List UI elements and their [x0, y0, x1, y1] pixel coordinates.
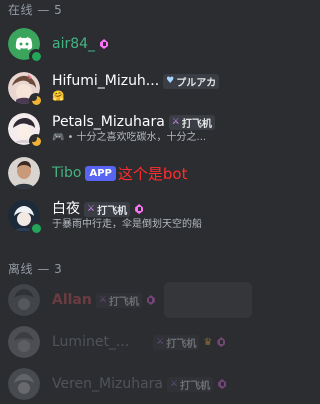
member-luminet[interactable]: Luminet_... ⚔ 打飞机 ♛	[4, 322, 254, 362]
server-boost-icon	[100, 39, 108, 49]
member-baiye[interactable]: 白夜 ⚔ 打飞机 于暴雨中行走，伞是倒划天空的船	[4, 196, 254, 236]
member-name: air84_	[52, 36, 96, 52]
online-section-header: 在线 — 5	[8, 3, 63, 17]
server-boost-icon	[218, 379, 226, 389]
annotation-text: 这个是bot	[117, 164, 188, 183]
server-tag: ⚔ 打飞机	[84, 201, 131, 217]
sword-icon: ⚔	[87, 204, 96, 214]
server-tag-label: 打飞机	[108, 296, 139, 308]
member-name: Hifumi_Mizuh...	[52, 73, 160, 89]
member-veren[interactable]: Veren_Mizuhara ⚔ 打飞机	[4, 364, 254, 404]
crown-icon: ♛	[203, 336, 213, 348]
server-tag-label: プルアカ	[176, 77, 217, 89]
activity-text: 于暴雨中行走，伞是倒划天空的船	[52, 219, 202, 230]
server-tag-label: 打飞机	[97, 205, 128, 217]
anime-avatar-icon	[8, 326, 40, 358]
server-boost-icon	[147, 295, 155, 305]
server-tag: ♥ プルアカ	[163, 73, 220, 89]
sword-icon: ⚔	[171, 117, 180, 127]
member-hifumi[interactable]: Hifumi_Mizuh... ♥ プルアカ 🤗	[4, 65, 254, 111]
offline-section-header: 离线 — 3	[8, 262, 63, 276]
avatar	[8, 72, 43, 107]
server-tag: ⚔ 打飞机	[153, 334, 200, 350]
server-tag-label: 打飞机	[181, 118, 212, 130]
anime-avatar-icon	[8, 368, 40, 400]
member-name: Allan	[52, 292, 92, 308]
avatar	[8, 157, 40, 189]
activity-text: • 十分之喜欢吃碳水，十分之...	[67, 132, 207, 143]
member-name: Luminet_...	[52, 334, 130, 350]
member-tibo[interactable]: Tibo APP 这个是bot	[4, 153, 254, 193]
idle-status-icon	[29, 93, 43, 107]
avatar	[8, 200, 43, 235]
game-controller-icon: 🎮	[52, 132, 65, 143]
server-boost-icon	[135, 204, 143, 214]
online-status-icon	[29, 49, 43, 63]
idle-status-icon	[29, 134, 43, 148]
member-name: Tibo	[52, 165, 82, 181]
custom-status-emoji: 🤗	[52, 91, 65, 102]
member-name: Petals_Mizuhara	[52, 114, 165, 130]
app-badge: APP	[85, 165, 116, 181]
server-tag: ⚔ 打飞机	[167, 376, 214, 392]
profile-banner-decoration	[164, 282, 252, 318]
server-tag-label: 打飞机	[180, 380, 211, 392]
server-boost-icon	[217, 337, 225, 347]
server-tag: ⚔ 打飞机	[95, 292, 142, 308]
online-status-icon	[29, 221, 43, 235]
photo-avatar-icon	[8, 157, 40, 189]
avatar	[8, 284, 40, 316]
avatar	[8, 368, 40, 400]
member-allan[interactable]: Allan ⚔ 打飞机	[4, 280, 254, 320]
heart-icon: ♥	[166, 76, 175, 86]
server-tag-label: 打飞机	[166, 338, 197, 350]
avatar	[8, 326, 40, 358]
sword-icon: ⚔	[98, 295, 107, 305]
member-name: 白夜	[52, 201, 80, 217]
member-air84[interactable]: air84_	[4, 24, 254, 64]
server-tag: ⚔ 打飞机	[168, 114, 215, 130]
member-name: Veren_Mizuhara	[52, 376, 164, 392]
member-petals[interactable]: Petals_Mizuhara ⚔ 打飞机 🎮 • 十分之喜欢吃碳水，十分之..…	[4, 109, 254, 149]
sword-icon: ⚔	[156, 337, 165, 347]
avatar	[8, 28, 43, 63]
anime-avatar-icon	[8, 284, 40, 316]
sword-icon: ⚔	[170, 379, 179, 389]
avatar	[8, 113, 43, 148]
